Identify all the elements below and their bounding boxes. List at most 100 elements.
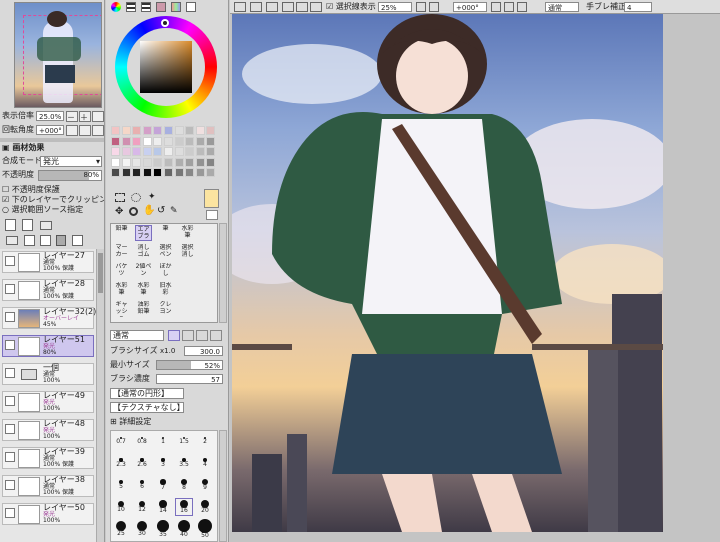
tool-old-watercolor[interactable]: 旧水彩	[157, 282, 174, 298]
tool-bucket[interactable]: バケツ	[113, 263, 130, 279]
eye-icon[interactable]	[5, 480, 15, 490]
tool-crayon[interactable]: クレヨン	[157, 301, 174, 317]
brush-preset[interactable]: 0.7	[113, 433, 129, 449]
min-size-value[interactable]: 52%	[156, 360, 223, 370]
swatch-cell[interactable]	[142, 168, 152, 178]
merge-icon[interactable]	[40, 235, 51, 246]
swatch-cell[interactable]	[195, 136, 205, 146]
effects-header[interactable]: ▣ 画材効果	[2, 143, 44, 153]
swatch-cell[interactable]	[164, 147, 173, 157]
brush-shape-select[interactable]: 【通常の円形】	[110, 388, 184, 399]
saturation-value-square[interactable]	[140, 41, 192, 93]
tool-brush[interactable]: 筆	[157, 225, 174, 241]
scrollbar-thumb[interactable]	[98, 253, 103, 293]
swatch-cell[interactable]	[195, 147, 205, 157]
rotate-right-toolbar-icon[interactable]	[504, 2, 514, 12]
brush-shape-c-icon[interactable]	[196, 330, 208, 341]
tool-oil-pencil[interactable]: 油彩鉛筆	[135, 301, 152, 317]
brush-preset[interactable]: 25	[113, 521, 129, 537]
canvas-area[interactable]	[230, 14, 720, 542]
brush-preset[interactable]: 50	[197, 519, 213, 539]
tool-airbrush[interactable]: エアブラシ	[135, 225, 152, 241]
swatch-cell[interactable]	[164, 157, 173, 167]
rotate-ccw-icon[interactable]	[310, 2, 322, 12]
swatch-cell[interactable]	[185, 147, 195, 157]
tool-scrollbar[interactable]	[219, 223, 227, 323]
lasso-icon[interactable]	[131, 193, 141, 202]
tool-binary-pen[interactable]: 2値ペン	[135, 263, 152, 279]
layer-item[interactable]: レイヤー27 通常 100% 保護	[2, 251, 94, 273]
tool-pencil[interactable]: 鉛筆	[113, 225, 130, 241]
rotate-reset-icon[interactable]	[92, 125, 104, 136]
clear-icon[interactable]	[72, 235, 83, 246]
rotate-icon[interactable]: ↺	[157, 206, 165, 216]
transparent-color-swatch[interactable]	[206, 210, 218, 220]
rotate-left-icon[interactable]	[66, 125, 78, 136]
protect-checkbox[interactable]: ☐ 不透明度保護	[2, 185, 60, 195]
select-all-icon[interactable]	[266, 2, 278, 12]
swatch-cell[interactable]	[174, 136, 184, 146]
density-value[interactable]: 57	[156, 374, 223, 384]
tool-select-eraser[interactable]: 選択消し	[179, 244, 196, 260]
eye-icon[interactable]	[5, 312, 15, 322]
swatch-cell[interactable]	[111, 157, 120, 167]
swatch-cell[interactable]	[164, 136, 173, 146]
swatch-cell[interactable]	[195, 168, 205, 178]
brush-preset[interactable]: 12	[134, 499, 150, 515]
swatch-cell[interactable]	[174, 157, 184, 167]
eye-icon[interactable]	[5, 340, 15, 350]
layer-item[interactable]: レイヤー48 発光 100%	[2, 419, 94, 441]
swatch-cell[interactable]	[121, 168, 131, 178]
swatch-cell[interactable]	[111, 126, 120, 135]
layer-item[interactable]: レイヤー32(2) オーバーレイ 45%	[2, 307, 96, 329]
toolbar-blend-select[interactable]: 通常	[545, 2, 579, 12]
swatch-cell[interactable]	[132, 136, 142, 146]
eye-icon[interactable]	[5, 508, 15, 518]
brush-preset[interactable]: 8	[176, 477, 192, 493]
tool-marker[interactable]: マーカー	[113, 244, 130, 260]
swatch-cell[interactable]	[121, 147, 131, 157]
move-icon[interactable]: ✥	[115, 207, 123, 217]
swatch-cell[interactable]	[206, 168, 216, 178]
swatch-cell[interactable]	[185, 157, 195, 167]
brush-mode-select[interactable]: 通常	[110, 330, 164, 341]
swatch-cell[interactable]	[185, 136, 195, 146]
rotate-left-toolbar-icon[interactable]	[491, 2, 501, 12]
swatch-cell[interactable]	[185, 126, 195, 135]
transfer-down-icon[interactable]	[24, 235, 35, 246]
brush-preset[interactable]: 1.5	[176, 433, 192, 449]
swatch-tab-icon[interactable]	[171, 2, 181, 12]
zoom-in-toolbar-icon[interactable]	[282, 2, 294, 12]
swatch-cell[interactable]	[185, 168, 195, 178]
opacity-slider[interactable]: 80%	[38, 170, 102, 181]
brush-preset[interactable]: 0.8	[134, 433, 150, 449]
zoom-reset-icon[interactable]	[92, 111, 104, 122]
eye-icon[interactable]	[5, 368, 15, 378]
preset-scrollbar[interactable]	[219, 430, 227, 542]
tool-watercolor[interactable]: 水彩筆	[179, 225, 196, 241]
brush-preset[interactable]: 9	[197, 477, 213, 493]
panel-divider[interactable]	[0, 138, 104, 142]
blend-select[interactable]: 発光 ▾	[40, 156, 102, 167]
swatch-cell[interactable]	[206, 147, 216, 157]
swatch-cell[interactable]	[206, 126, 216, 135]
scratchpad-tab-icon[interactable]	[186, 2, 196, 12]
stabilizer-select[interactable]: 4	[624, 2, 652, 12]
brush-preset[interactable]: 2.3	[113, 455, 129, 471]
brush-preset[interactable]: 10	[113, 499, 129, 515]
swatch-cell[interactable]	[164, 168, 173, 178]
layer-item[interactable]: レイヤー38 通常 100% 保護	[2, 475, 94, 497]
primary-color-swatch[interactable]	[204, 189, 219, 208]
eye-icon[interactable]	[5, 256, 15, 266]
toolbar-zoom-select[interactable]: 25%	[378, 2, 412, 12]
brush-preset[interactable]: 2.6	[134, 455, 150, 471]
flip-icon[interactable]	[517, 2, 527, 12]
eye-icon[interactable]	[5, 396, 15, 406]
swatch-cell[interactable]	[153, 157, 163, 167]
swatch-cell[interactable]	[111, 168, 120, 178]
brush-preset[interactable]: 3.5	[176, 455, 192, 471]
tool-eraser[interactable]: 消しゴム	[135, 244, 152, 260]
folder-icon[interactable]	[40, 221, 52, 230]
tool-gouache[interactable]: ギャッシュ	[113, 301, 130, 317]
layer-item[interactable]: レイヤー49 発光 100%	[2, 391, 94, 413]
